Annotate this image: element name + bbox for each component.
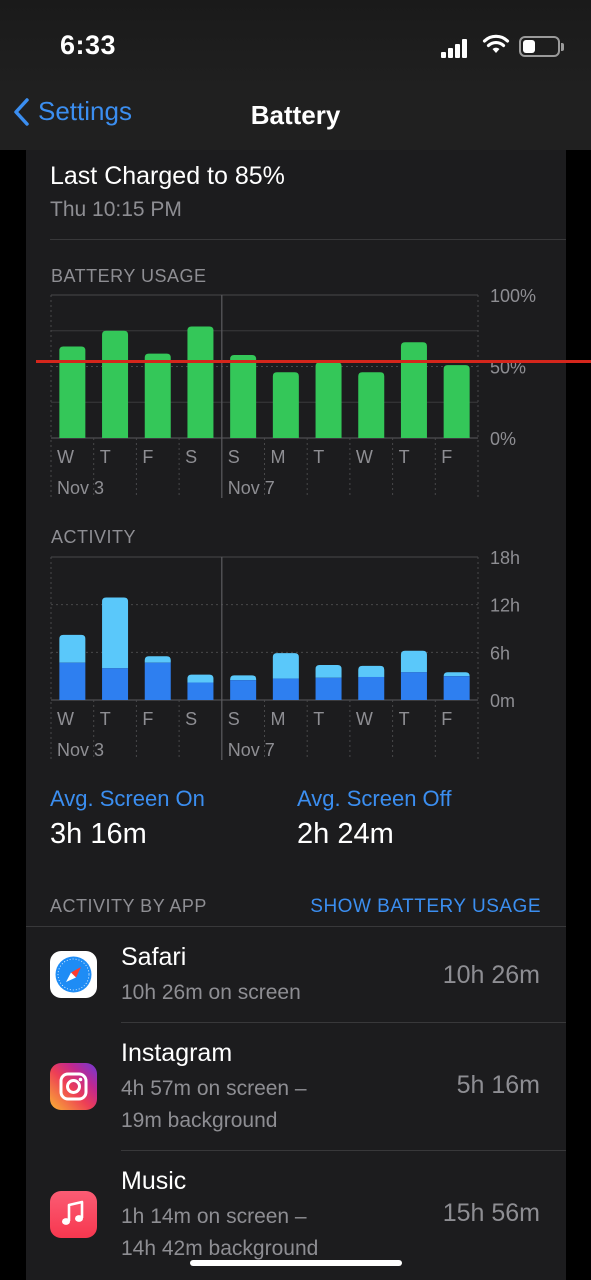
activity-bar-screen-off xyxy=(59,634,86,663)
avg-screen-on-value: 3h 16m xyxy=(50,818,147,850)
x-day-label: F xyxy=(142,447,153,467)
x-day-label: T xyxy=(399,447,410,467)
battery-bar xyxy=(315,362,342,438)
x-day-label: W xyxy=(57,709,74,729)
y-tick-label: 0m xyxy=(490,691,515,711)
battery-bar xyxy=(230,355,257,438)
avg-screen-on: Avg. Screen On 3h 16m xyxy=(50,786,205,851)
x-day-label: F xyxy=(441,709,452,729)
app-detail: 1h 14m on screen – xyxy=(121,1205,307,1228)
activity-bar-screen-on xyxy=(59,662,86,700)
activity-bar-screen-off xyxy=(144,656,171,663)
avg-screen-off-value: 2h 24m xyxy=(297,818,394,850)
y-tick-label: 6h xyxy=(490,643,510,663)
activity-bar-screen-off xyxy=(272,653,299,679)
last-charged-date: Thu 10:15 PM xyxy=(50,198,182,221)
x-day-label: T xyxy=(100,447,111,467)
x-day-label: F xyxy=(142,709,153,729)
x-day-label: W xyxy=(356,709,373,729)
activity-bar-screen-on xyxy=(144,662,171,700)
activity-bar-screen-on xyxy=(187,682,214,700)
status-time: 6:33 xyxy=(60,30,117,60)
battery-bar xyxy=(187,326,214,438)
battery-content: Last Charged to 85% Thu 10:15 PM BATTERY… xyxy=(26,150,566,1280)
annotation-line xyxy=(36,360,591,363)
avg-screen-on-label: Avg. Screen On xyxy=(50,786,205,811)
app-detail: 19m background xyxy=(121,1109,278,1132)
app-row-safari[interactable]: Safari 10h 26m on screen 10h 26m xyxy=(26,927,566,1023)
y-tick-label: 100% xyxy=(490,288,536,306)
last-charged-title: Last Charged to 85% xyxy=(50,162,285,190)
activity-bar-screen-on xyxy=(272,678,299,700)
activity-bar-screen-off xyxy=(443,672,470,677)
wifi-icon xyxy=(482,34,510,53)
x-day-label: T xyxy=(313,447,324,467)
x-day-label: S xyxy=(228,709,240,729)
y-tick-label: 12h xyxy=(490,596,520,616)
safari-icon xyxy=(50,951,97,998)
app-total-time: 5h 16m xyxy=(456,1071,540,1099)
app-total-time: 10h 26m xyxy=(442,961,540,989)
cellular-signal-icon xyxy=(441,38,469,58)
app-detail: 4h 57m on screen – xyxy=(121,1077,307,1100)
app-name: Safari xyxy=(121,943,187,971)
battery-usage-chart[interactable]: 100% 50% 0% W T F S S M T W T F Nov 3 Nov 7 xyxy=(26,288,566,508)
app-total-time: 15h 56m xyxy=(442,1199,540,1227)
x-day-label: S xyxy=(228,447,240,467)
show-battery-usage-button[interactable]: SHOW BATTERY USAGE xyxy=(310,896,541,918)
activity-bar-screen-on xyxy=(230,680,257,700)
activity-bar-screen-off xyxy=(102,597,129,669)
x-day-label: T xyxy=(399,709,410,729)
y-tick-label: 0% xyxy=(490,429,516,449)
x-date-label: Nov 3 xyxy=(57,478,104,498)
x-day-label: S xyxy=(185,709,197,729)
activity-bar-screen-on xyxy=(358,676,385,700)
activity-bar-screen-off xyxy=(187,674,214,683)
app-name: Music xyxy=(121,1167,187,1195)
activity-bar-screen-off xyxy=(315,665,342,678)
app-row-instagram[interactable]: Instagram 4h 57m on screen – 19m backgro… xyxy=(26,1023,566,1150)
x-day-label: W xyxy=(356,447,373,467)
instagram-icon xyxy=(50,1063,97,1110)
x-day-label: M xyxy=(271,709,286,729)
activity-bar-screen-on xyxy=(443,676,470,700)
activity-chart[interactable]: 18h 12h 6h 0m W T F S S M T W T F Nov 3 Nov 7 xyxy=(26,550,566,770)
battery-bar xyxy=(144,353,171,438)
battery-bar xyxy=(102,330,129,438)
x-day-label: W xyxy=(57,447,74,467)
activity-by-app-label: ACTIVITY BY APP xyxy=(50,896,207,916)
y-tick-label: 18h xyxy=(490,550,520,568)
x-date-label: Nov 3 xyxy=(57,740,104,760)
divider xyxy=(50,239,566,240)
battery-bar xyxy=(358,372,385,438)
activity-bar-screen-off xyxy=(400,650,427,673)
home-indicator[interactable] xyxy=(190,1260,402,1266)
avg-screen-off-label: Avg. Screen Off xyxy=(297,786,452,811)
navigation-bar: Settings Battery xyxy=(0,90,591,150)
battery-bar xyxy=(443,365,470,438)
x-date-label: Nov 7 xyxy=(228,478,275,498)
x-day-label: T xyxy=(100,709,111,729)
app-detail: 10h 26m on screen xyxy=(121,981,301,1004)
page-title: Battery xyxy=(250,100,341,130)
status-bar: 6:33 xyxy=(0,0,591,90)
music-icon xyxy=(50,1191,97,1238)
x-day-label: F xyxy=(441,447,452,467)
x-day-label: S xyxy=(185,447,197,467)
x-date-label: Nov 7 xyxy=(228,740,275,760)
activity-bar-screen-on xyxy=(102,668,129,700)
activity-bar-screen-off xyxy=(230,675,257,681)
battery-bar xyxy=(400,342,427,438)
app-name: Instagram xyxy=(121,1039,233,1067)
x-day-label: T xyxy=(313,709,324,729)
avg-screen-off: Avg. Screen Off 2h 24m xyxy=(297,786,452,851)
battery-bar xyxy=(272,372,299,438)
battery-usage-label: BATTERY USAGE xyxy=(51,266,207,286)
activity-bar-screen-on xyxy=(315,677,342,700)
activity-bar-screen-off xyxy=(358,665,385,677)
activity-label: ACTIVITY xyxy=(51,527,137,547)
battery-status-icon xyxy=(519,36,564,57)
activity-bar-screen-on xyxy=(400,672,427,700)
x-day-label: M xyxy=(271,447,286,467)
